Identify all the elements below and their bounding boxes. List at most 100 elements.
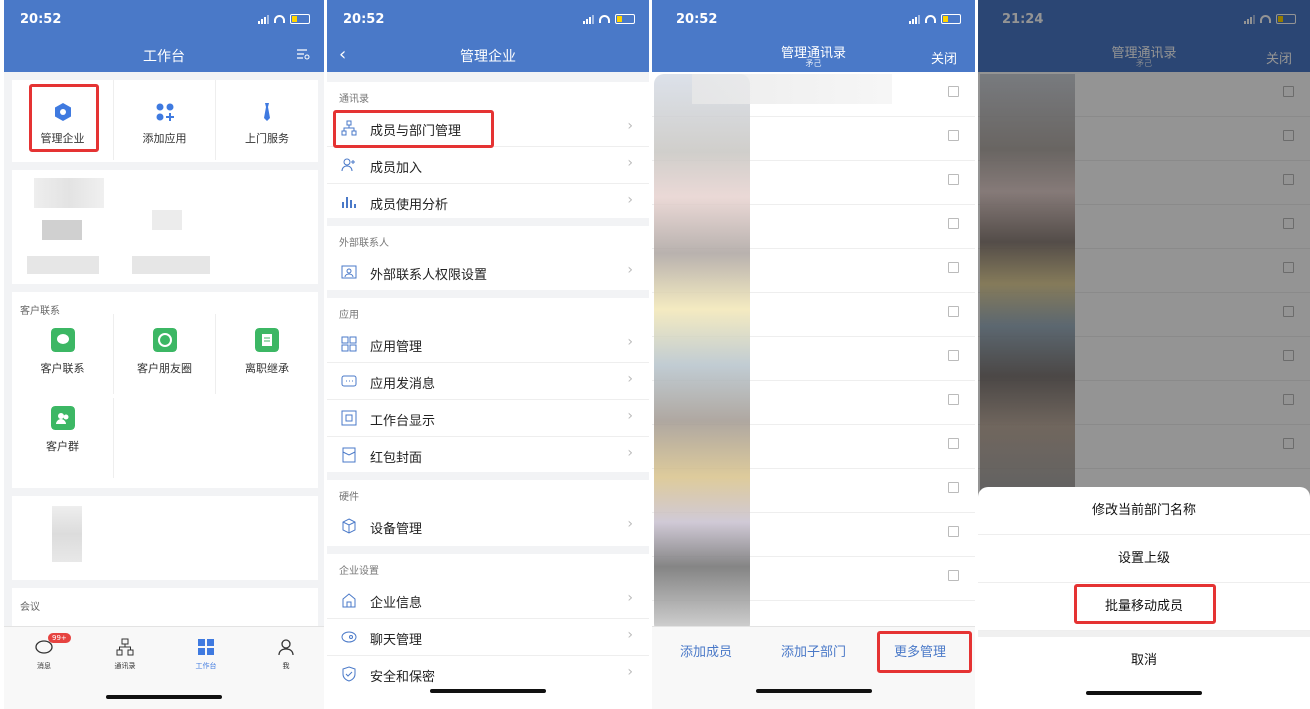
menu-label: 成员加入 (370, 161, 423, 176)
chat-settings-icon (341, 631, 357, 643)
aperture-icon (153, 328, 177, 352)
menu-item-device-manage[interactable]: 设备管理 › (327, 508, 649, 544)
app-customer-group[interactable]: 客户群 (12, 398, 114, 478)
tab-messages[interactable]: 99+ 消息 (14, 633, 74, 671)
tie-icon (264, 103, 270, 121)
edit-icon[interactable] (948, 306, 959, 317)
meeting-card: 会议 (12, 588, 318, 628)
app-label: 客户朋友圈 (137, 362, 192, 375)
menu-label: 应用管理 (370, 340, 423, 355)
close-button[interactable]: 关闭 (931, 48, 957, 67)
tab-label: 我 (282, 662, 290, 670)
status-time: 20:52 (20, 12, 62, 27)
chevron-right-icon: › (627, 192, 633, 208)
apps-grid-icon (341, 336, 357, 352)
menu-label: 聊天管理 (370, 633, 423, 648)
menu-label: 成员使用分析 (370, 198, 449, 213)
menu-item-external-permission[interactable]: 外部联系人权限设置 › (327, 254, 649, 290)
menu-item-chat-manage[interactable]: 聊天管理 › (327, 619, 649, 656)
app-resignation-inherit[interactable]: 离职继承 (216, 314, 318, 394)
menu-label: 外部联系人权限设置 (370, 268, 488, 283)
menu-label: 设备管理 (370, 522, 423, 537)
app-customer-moments[interactable]: 客户朋友圈 (114, 314, 216, 394)
shield-icon (342, 666, 356, 682)
add-member-button[interactable]: 添加成员 (680, 641, 732, 660)
menu-label: 应用发消息 (370, 377, 436, 392)
edit-icon[interactable] (948, 262, 959, 273)
signal-icon (258, 14, 269, 24)
menu-item-enterprise-info[interactable]: 企业信息 › (327, 582, 649, 619)
org-chart-icon (116, 638, 134, 656)
section-label: 客户联系 (20, 306, 60, 317)
home-icon (342, 593, 356, 608)
top-bar: 20:52 管理通讯录 矛己 关闭 (652, 0, 975, 72)
tab-label: 工作台 (195, 662, 217, 670)
signal-icon (583, 14, 594, 24)
chevron-right-icon: › (627, 118, 633, 134)
menu-item-app-message[interactable]: 应用发消息 › (327, 363, 649, 400)
signal-icon (909, 14, 920, 24)
phone-manage-enterprise: 20:52 ‹ 管理企业 通讯录 成员与部门管理 › 成员加入 › 成员使用分析 (327, 0, 649, 709)
edit-icon[interactable] (948, 438, 959, 449)
home-indicator (430, 689, 546, 693)
chevron-right-icon: › (627, 516, 633, 532)
chevron-right-icon: › (627, 590, 633, 606)
window-icon (341, 410, 357, 426)
phone-workbench: 20:52 工作台 管理企业 添加应用 上门服务 客户联系 客户联系 客户朋友圈… (4, 0, 324, 709)
tab-me[interactable]: 我 (256, 637, 316, 671)
menu-item-red-packet-cover[interactable]: 红包封面 › (327, 437, 649, 473)
top-bar: 20:52 工作台 (4, 0, 324, 72)
edit-icon[interactable] (948, 526, 959, 537)
menu-item-member-join[interactable]: 成员加入 › (327, 147, 649, 184)
chevron-right-icon: › (627, 334, 633, 350)
document-icon (255, 328, 279, 352)
phone-manage-contacts-sheet: 21:24 管理通讯录 矛己 关闭 修改当前部门名称 设置上级 批量移动成员 取… (978, 0, 1310, 709)
edit-icon[interactable] (948, 86, 959, 97)
add-apps-icon (156, 103, 174, 121)
message-icon (341, 375, 357, 387)
rename-department-option[interactable]: 修改当前部门名称 (978, 487, 1310, 535)
edit-icon[interactable] (948, 394, 959, 405)
edit-icon[interactable] (948, 570, 959, 581)
home-indicator (1086, 691, 1202, 695)
blurred-content (132, 256, 210, 274)
status-time: 20:52 (676, 12, 718, 27)
bar-chart-icon (342, 197, 356, 208)
wifi-icon (925, 15, 936, 23)
cancel-button[interactable]: 取消 (978, 637, 1310, 684)
group-label: 硬件 (339, 492, 359, 503)
app-customer-contact[interactable]: 客户联系 (12, 314, 114, 394)
tab-workbench[interactable]: 工作台 (176, 637, 236, 671)
chat-bubble-icon (51, 328, 75, 352)
chevron-right-icon: › (627, 664, 633, 680)
app-add-app[interactable]: 添加应用 (114, 80, 216, 160)
menu-item-member-analysis[interactable]: 成员使用分析 › (327, 184, 649, 220)
set-parent-option[interactable]: 设置上级 (978, 535, 1310, 583)
group-apps: 应用 应用管理 › 应用发消息 › 工作台显示 › 红包封面 › (327, 298, 649, 472)
edit-icon[interactable] (948, 174, 959, 185)
chevron-right-icon: › (627, 445, 633, 461)
group-label: 企业设置 (339, 566, 379, 577)
settings-icon[interactable] (296, 48, 310, 60)
add-subdepartment-button[interactable]: 添加子部门 (781, 641, 846, 660)
group-label: 外部联系人 (339, 238, 389, 249)
status-icons (258, 14, 310, 24)
blurred-content (42, 220, 82, 240)
phone-manage-contacts: 20:52 管理通讯录 矛己 关闭 添加成员 添加子部门 更多管理 (652, 0, 975, 709)
menu-label: 红包封面 (370, 451, 423, 466)
edit-icon[interactable] (948, 218, 959, 229)
cube-icon (342, 518, 356, 534)
menu-item-workbench-display[interactable]: 工作台显示 › (327, 400, 649, 437)
status-time: 20:52 (343, 12, 385, 27)
edit-icon[interactable] (948, 482, 959, 493)
unread-badge: 99+ (48, 633, 71, 643)
menu-item-app-manage[interactable]: 应用管理 › (327, 326, 649, 363)
menu-item-security[interactable]: 安全和保密 › (327, 656, 649, 692)
edit-icon[interactable] (948, 130, 959, 141)
edit-icon[interactable] (948, 350, 959, 361)
contact-card-icon (341, 265, 357, 279)
app-onsite-service[interactable]: 上门服务 (216, 80, 318, 160)
app-label: 上门服务 (245, 132, 289, 145)
tab-contacts[interactable]: 通讯录 (95, 637, 155, 671)
menu-label: 企业信息 (370, 596, 423, 611)
